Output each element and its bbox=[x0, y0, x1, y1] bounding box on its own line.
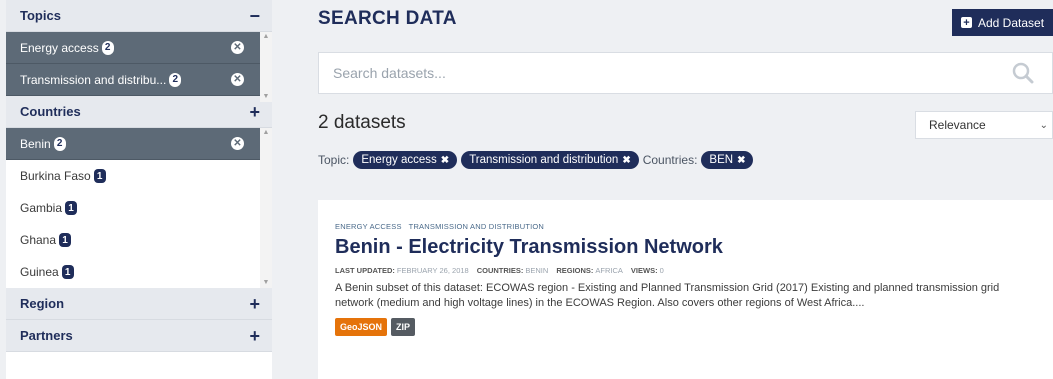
collapse-icon[interactable]: − bbox=[249, 7, 260, 25]
remove-facet-icon[interactable]: ✕ bbox=[231, 41, 244, 54]
region-header[interactable]: Region + bbox=[6, 288, 272, 320]
meta-label: COUNTRIES: bbox=[476, 266, 524, 275]
meta-label: VIEWS: bbox=[630, 266, 658, 275]
topics-list: Energy access 2 ✕ Transmission and distri… bbox=[6, 32, 272, 102]
facet-item-benin[interactable]: Benin 2 ✕ bbox=[6, 128, 272, 160]
sort-select[interactable]: Relevance ⌄ bbox=[915, 111, 1053, 139]
facet-count: 1 bbox=[61, 265, 74, 279]
facet-item-transmission[interactable]: Transmission and distribu... 2 ✕ bbox=[6, 64, 272, 96]
meta-countries: BENIN bbox=[525, 266, 549, 275]
results-count: 2 datasets bbox=[318, 112, 406, 133]
expand-icon[interactable]: + bbox=[249, 327, 260, 345]
facet-count: 1 bbox=[65, 201, 78, 215]
partners-header[interactable]: Partners + bbox=[6, 320, 272, 352]
countries-scrollbar[interactable]: ▲ ▼ bbox=[260, 128, 272, 288]
scroll-up-icon[interactable]: ▲ bbox=[263, 128, 270, 138]
plus-icon: + bbox=[961, 17, 972, 29]
countries-title: Countries bbox=[20, 104, 81, 119]
dataset-meta: LAST UPDATED: FEBRUARY 26, 2018 COUNTRIES… bbox=[335, 266, 1037, 275]
search-icon[interactable] bbox=[1012, 53, 1052, 93]
pill-label: BEN bbox=[709, 154, 734, 166]
facet-count: 1 bbox=[93, 169, 106, 183]
facet-count: 2 bbox=[101, 40, 114, 55]
active-filters: Topic: Energy access ✖ Transmission and d… bbox=[318, 151, 754, 169]
facet-item-gambia[interactable]: Gambia 1 bbox=[6, 192, 272, 224]
sort-selected-value: Relevance bbox=[929, 118, 986, 132]
scroll-down-icon[interactable]: ▼ bbox=[263, 278, 270, 288]
facet-count: 2 bbox=[169, 72, 182, 87]
countries-filter-label: Countries: bbox=[642, 153, 698, 167]
facet-item-guinea[interactable]: Guinea 1 bbox=[6, 256, 272, 288]
dataset-tag[interactable]: ENERGY ACCESS bbox=[335, 222, 402, 231]
format-badge-zip[interactable]: ZIP bbox=[391, 318, 416, 336]
remove-icon[interactable]: ✖ bbox=[737, 155, 745, 166]
facet-sidebar: Topics − Energy access 2 ✕ Transmission a… bbox=[6, 0, 272, 379]
remove-facet-icon[interactable]: ✕ bbox=[231, 137, 244, 150]
page-title: SEARCH DATA bbox=[318, 8, 457, 29]
format-badge-geojson[interactable]: GeoJSON bbox=[335, 318, 388, 336]
dataset-tags: ENERGY ACCESS TRANSMISSION AND DISTRIBUT… bbox=[335, 222, 1037, 231]
pill-label: Energy access bbox=[361, 154, 437, 166]
add-dataset-button[interactable]: + Add Dataset bbox=[952, 9, 1053, 36]
facet-item-ghana[interactable]: Ghana 1 bbox=[6, 224, 272, 256]
topics-scrollbar[interactable]: ▲ ▼ bbox=[260, 32, 272, 102]
partners-title: Partners bbox=[20, 328, 73, 343]
facet-item-burkina-faso[interactable]: Burkina Faso 1 bbox=[6, 160, 272, 192]
countries-list: Benin 2 ✕ Burkina Faso 1 Gambia 1 Ghana 1 Gu… bbox=[6, 128, 272, 288]
expand-icon[interactable]: + bbox=[249, 103, 260, 121]
facet-count: 2 bbox=[53, 136, 66, 151]
meta-last-updated: FEBRUARY 26, 2018 bbox=[396, 266, 469, 275]
topics-header[interactable]: Topics − bbox=[6, 0, 272, 32]
expand-icon[interactable]: + bbox=[249, 295, 260, 313]
filter-pill-energy-access[interactable]: Energy access ✖ bbox=[353, 151, 458, 169]
scroll-up-icon[interactable]: ▲ bbox=[263, 32, 270, 42]
facet-item-energy-access[interactable]: Energy access 2 ✕ bbox=[6, 32, 272, 64]
search-input[interactable] bbox=[333, 65, 933, 81]
search-bar bbox=[318, 52, 1053, 94]
meta-regions: AFRICA bbox=[595, 266, 623, 275]
facet-label: Guinea bbox=[20, 265, 59, 279]
remove-facet-icon[interactable]: ✕ bbox=[231, 73, 244, 86]
meta-label: REGIONS: bbox=[556, 266, 594, 275]
facet-label: Transmission and distribu... bbox=[20, 72, 167, 87]
main-content: SEARCH DATA + Add Dataset 2 datasets Rel… bbox=[318, 0, 1053, 379]
dataset-formats: GeoJSON ZIP bbox=[335, 318, 1037, 336]
remove-icon[interactable]: ✖ bbox=[622, 155, 630, 166]
topics-title: Topics bbox=[20, 8, 61, 23]
add-dataset-label: Add Dataset bbox=[978, 15, 1045, 30]
facet-count: 1 bbox=[59, 233, 72, 247]
facet-label: Gambia bbox=[20, 201, 63, 215]
facet-label: Benin bbox=[20, 136, 51, 151]
countries-header[interactable]: Countries + bbox=[6, 96, 272, 128]
filter-pill-ben[interactable]: BEN ✖ bbox=[701, 151, 754, 169]
dataset-description: A Benin subset of this dataset: ECOWAS r… bbox=[335, 282, 1000, 309]
dataset-card: ENERGY ACCESS TRANSMISSION AND DISTRIBUT… bbox=[318, 200, 1053, 379]
meta-label: LAST UPDATED: bbox=[335, 266, 395, 275]
facet-label: Ghana bbox=[20, 233, 57, 247]
scroll-down-icon[interactable]: ▼ bbox=[263, 92, 270, 102]
meta-views: 0 bbox=[659, 266, 664, 275]
topic-filter-label: Topic: bbox=[318, 153, 350, 167]
region-title: Region bbox=[20, 296, 65, 311]
page: Topics − Energy access 2 ✕ Transmission a… bbox=[0, 0, 1053, 379]
remove-icon[interactable]: ✖ bbox=[441, 155, 449, 166]
dataset-title[interactable]: Benin - Electricity Transmission Network bbox=[335, 236, 1037, 259]
filter-pill-transmission[interactable]: Transmission and distribution ✖ bbox=[461, 151, 639, 169]
chevron-down-icon: ⌄ bbox=[1039, 119, 1048, 131]
facet-label: Energy access bbox=[20, 40, 99, 55]
pill-label: Transmission and distribution bbox=[469, 154, 619, 166]
dataset-tag[interactable]: TRANSMISSION AND DISTRIBUTION bbox=[409, 222, 544, 231]
facet-label: Burkina Faso bbox=[20, 169, 91, 183]
